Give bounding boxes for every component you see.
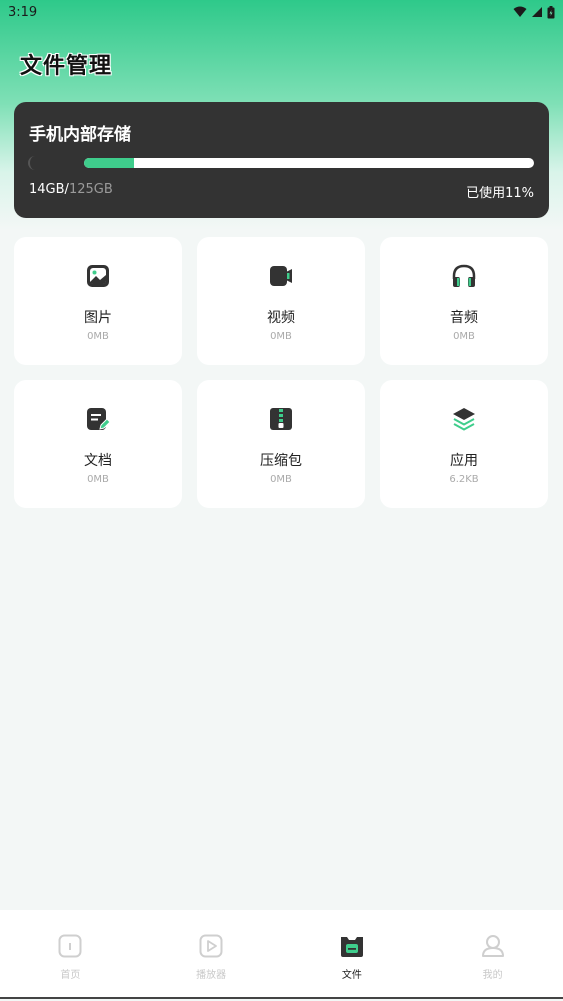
document-icon — [87, 408, 111, 430]
storage-total: 125GB — [68, 182, 113, 197]
storage-percent: 已使用11% — [466, 186, 534, 201]
category-audio-tile[interactable]: 音频 0MB — [380, 237, 548, 365]
nav-item-files[interactable]: 文件 — [282, 910, 423, 997]
category-label: 压缩包 — [260, 453, 302, 469]
category-video-tile[interactable]: 视频 0MB — [197, 237, 365, 365]
category-image-tile[interactable]: 图片 0MB — [14, 237, 182, 365]
battery-icon — [547, 5, 555, 18]
nav-label: 首页 — [60, 970, 81, 981]
layers-icon — [453, 408, 475, 431]
category-label: 音频 — [450, 310, 478, 326]
category-label: 视频 — [267, 310, 295, 326]
category-size: 0MB — [270, 331, 292, 342]
storage-usage: 14GB/125GB — [29, 182, 113, 197]
status-bar: 3:19 — [0, 0, 563, 24]
category-size: 0MB — [453, 331, 475, 342]
category-app-tile[interactable]: 应用 6.2KB — [380, 380, 548, 508]
progress-start-cap — [28, 156, 36, 170]
nav-label: 播放器 — [196, 970, 227, 981]
zip-icon — [270, 408, 292, 430]
category-size: 0MB — [270, 474, 292, 485]
category-zip-tile[interactable]: 压缩包 0MB — [197, 380, 365, 508]
image-icon — [87, 265, 109, 287]
category-size: 0MB — [87, 474, 109, 485]
nav-item-home[interactable]: 首页 — [0, 910, 141, 997]
folder-icon — [340, 937, 363, 957]
status-icons — [513, 5, 555, 19]
category-grid: 图片 0MB 视频 0MB 音频 0MB 文档 0MB 压缩包 0MB 应用 6… — [14, 237, 549, 508]
category-label: 文档 — [84, 453, 112, 469]
page-title: 文件管理 — [20, 54, 113, 79]
storage-progress-fill — [84, 158, 134, 168]
wifi-icon — [513, 6, 527, 17]
storage-title: 手机内部存储 — [29, 125, 131, 145]
nav-item-profile[interactable]: 我的 — [422, 910, 563, 997]
home-icon — [58, 934, 82, 958]
storage-card[interactable]: 手机内部存储 14GB/125GB 已使用11% — [14, 102, 549, 218]
category-size: 0MB — [87, 331, 109, 342]
status-time: 3:19 — [8, 4, 38, 20]
bottom-nav: 首页 播放器 文件 我的 — [0, 910, 563, 999]
nav-item-player[interactable]: 播放器 — [141, 910, 282, 997]
profile-icon — [481, 935, 504, 957]
storage-used: 14GB — [29, 182, 65, 197]
storage-progress-bar — [84, 158, 534, 168]
nav-label: 文件 — [341, 970, 362, 981]
category-label: 图片 — [84, 310, 112, 326]
headphones-icon — [452, 264, 476, 287]
play-icon — [199, 934, 223, 958]
category-label: 应用 — [450, 453, 478, 469]
nav-label: 我的 — [482, 970, 503, 981]
category-size: 6.2KB — [449, 474, 479, 485]
cellular-signal-icon — [532, 7, 542, 17]
category-document-tile[interactable]: 文档 0MB — [14, 380, 182, 508]
video-icon — [270, 266, 292, 286]
